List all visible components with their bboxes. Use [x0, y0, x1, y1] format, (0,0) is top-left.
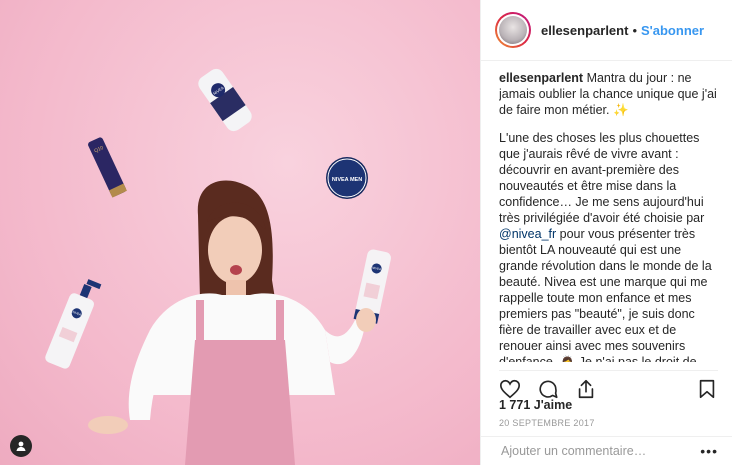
user-tag-icon[interactable] [10, 435, 32, 457]
product-label-3: NIVEA MEN [332, 177, 362, 183]
comment-input[interactable] [499, 443, 701, 459]
post-date[interactable]: 20 SEPTEMBRE 2017 [499, 418, 595, 428]
post-photo[interactable]: NIVEA Q10 NIVEA MEN NIVEA NIVEA [0, 0, 480, 465]
follow-button[interactable]: S'abonner [641, 23, 704, 38]
header-separator: • [632, 22, 637, 38]
pink-pinafore-dress [185, 340, 295, 465]
product-q10-tube: Q10 [88, 137, 127, 198]
bookmark-icon[interactable] [696, 378, 718, 400]
post-caption: ellesenparlent Mantra du jour : ne jamai… [499, 70, 721, 362]
more-options-icon[interactable]: ••• [700, 443, 718, 459]
caption-paragraph-1: ellesenparlent Mantra du jour : ne jamai… [499, 70, 721, 118]
caption-text-2b: pour vous présenter très bientôt LA nouv… [499, 227, 712, 362]
product-pump-bottle: NIVEA [45, 279, 102, 369]
likes-count[interactable]: 1 771 J'aime [499, 398, 572, 412]
instagram-post: NIVEA Q10 NIVEA MEN NIVEA NIVEA ellesenp… [0, 0, 732, 465]
comment-icon[interactable] [537, 378, 559, 400]
avatar[interactable] [495, 12, 531, 48]
post-header: ellesenparlent • S'abonner [481, 0, 732, 61]
heart-icon[interactable] [499, 378, 521, 400]
header-username[interactable]: ellesenparlent [541, 23, 628, 38]
comment-bar: ••• [481, 436, 732, 465]
caption-username[interactable]: ellesenparlent [499, 71, 583, 85]
juggling-woman-illustration: NIVEA Q10 NIVEA MEN NIVEA NIVEA [45, 68, 391, 465]
post-side-panel: ellesenparlent • S'abonner ellesenparlen… [480, 0, 732, 465]
post-actions-bar [499, 370, 718, 401]
caption-mention-link[interactable]: @nivea_fr [499, 227, 556, 241]
product-spray-can: NIVEA [198, 68, 252, 132]
share-icon[interactable] [575, 378, 597, 400]
caption-text-2a: L'une des choses les plus chouettes que … [499, 131, 705, 225]
caption-paragraph-2: L'une des choses les plus chouettes que … [499, 130, 721, 362]
product-nivea-men-tin: NIVEA MEN [326, 157, 368, 199]
